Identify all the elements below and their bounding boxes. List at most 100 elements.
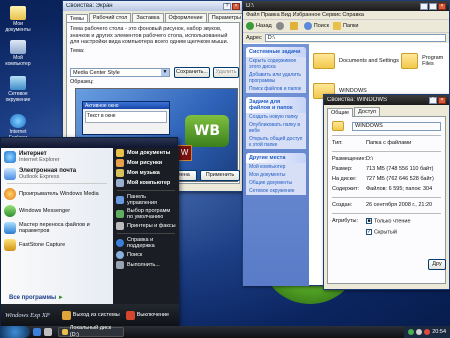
rm-control-panel[interactable]: Панель управления xyxy=(113,193,179,207)
desk-icon-label: Мои документы xyxy=(5,21,31,33)
address-label: Адрес xyxy=(246,35,262,41)
network-icon[interactable]: Сетевое окружение xyxy=(0,76,36,103)
forward-arrow-icon xyxy=(275,22,284,30)
tp-link[interactable]: Опубликовать папку в вебе xyxy=(246,121,306,135)
logoff-button[interactable]: Выход из системы xyxy=(61,310,120,320)
checkbox-label: Скрытый xyxy=(374,229,397,236)
help-button[interactable]: ? xyxy=(223,2,231,10)
close-button[interactable]: × xyxy=(438,96,446,104)
tab-screensaver[interactable]: Заставка xyxy=(132,13,164,22)
quick-launch-desktop-icon[interactable] xyxy=(44,328,52,336)
props-tabs: Общие Доступ xyxy=(324,105,449,117)
tab-appearance[interactable]: Оформление xyxy=(164,13,207,22)
folders-icon xyxy=(333,22,342,30)
tray-antivirus-icon[interactable] xyxy=(424,329,431,335)
rm-default-programs[interactable]: Выбор программ по умолчанию xyxy=(113,207,179,221)
tp-head[interactable]: Системные задачи xyxy=(246,47,306,57)
tray-volume-icon[interactable] xyxy=(416,329,423,335)
tp-head[interactable]: Задачи для файлов и папок xyxy=(246,97,306,113)
rm-label: Выбор программ по умолчанию xyxy=(127,208,171,220)
item-subtitle: Internet Explorer xyxy=(19,156,60,163)
tp-link[interactable]: Скрыть содержимое этого диска xyxy=(246,57,306,71)
tp-link[interactable]: Открыть общий доступ к этой папке xyxy=(246,135,306,149)
system-tasks-group: Системные задачи Скрыть содержимое этого… xyxy=(246,47,306,93)
internet-item[interactable]: Интернет Internet Explorer xyxy=(1,148,113,165)
rm-run[interactable]: Выполнить... xyxy=(113,260,179,270)
tab-sharing[interactable]: Доступ xyxy=(354,107,380,116)
ie-logo-icon xyxy=(10,114,26,128)
menu-bar[interactable]: Файл Правка Вид Избранное Сервис Справка xyxy=(243,11,449,20)
rm-my-documents[interactable]: Мои документы xyxy=(113,148,179,158)
system-tray: 20:54 xyxy=(404,326,450,338)
rm-printers[interactable]: Принтеры и факсы xyxy=(113,221,179,231)
tp-link[interactable]: Мой компьютер xyxy=(246,163,306,171)
folder-icon xyxy=(332,121,344,131)
tp-link[interactable]: Добавить или удалить программы xyxy=(246,71,306,85)
delete-theme-button[interactable]: Удалить xyxy=(213,67,239,78)
help-button[interactable]: ? xyxy=(429,96,437,104)
chevron-down-icon[interactable]: ▼ xyxy=(161,69,169,76)
tp-link[interactable]: Сетевое окружение xyxy=(246,187,306,195)
messenger-item[interactable]: Windows Messenger xyxy=(1,202,113,219)
close-button[interactable]: × xyxy=(232,2,240,10)
rm-help[interactable]: Справка и поддержка xyxy=(113,236,179,250)
advanced-button[interactable]: Дру xyxy=(428,259,446,270)
apply-button[interactable]: Применить xyxy=(200,170,240,181)
my-documents-icon[interactable]: Мои документы xyxy=(0,6,36,33)
task-label: Локальный диск (D:) xyxy=(69,325,112,338)
up-button[interactable] xyxy=(289,22,300,30)
drive-icon xyxy=(62,329,68,335)
forward-button[interactable] xyxy=(275,22,286,30)
shutdown-button[interactable]: Выключение xyxy=(125,310,169,320)
tp-link[interactable]: Мои документы xyxy=(246,171,306,179)
maximize-button[interactable]: □ xyxy=(429,2,437,10)
clock[interactable]: 20:54 xyxy=(432,329,446,335)
props-titlebar[interactable]: Свойства: WINDOWS ? × xyxy=(324,95,449,105)
minimize-button[interactable]: _ xyxy=(420,2,428,10)
all-programs-button[interactable]: Все программы ► xyxy=(9,295,64,301)
rm-my-computer[interactable]: Мой компьютер xyxy=(113,178,179,188)
display-titlebar[interactable]: Свойства: Экран ? × xyxy=(63,1,243,11)
search-button[interactable]: Поиск xyxy=(303,22,329,30)
divider xyxy=(117,190,175,191)
prop-key: Тип: xyxy=(332,140,343,146)
start-button[interactable] xyxy=(0,326,30,338)
explorer-titlebar[interactable]: D:\ _ □ × xyxy=(243,1,449,11)
divider xyxy=(332,151,441,152)
tab-general[interactable]: Общие xyxy=(327,108,354,117)
readonly-checkbox[interactable]: ■ Только чтение xyxy=(366,218,411,225)
faststone-item[interactable]: FastStone Capture xyxy=(1,236,113,253)
tp-link[interactable]: Общие документы xyxy=(246,179,306,187)
transfer-wizard-item[interactable]: Мастер переноса файлов и параметров xyxy=(1,219,113,236)
rm-my-music[interactable]: Моя музыка xyxy=(113,168,179,178)
divider xyxy=(332,197,441,198)
start-menu-header xyxy=(1,138,177,148)
tab-settings[interactable]: Параметры xyxy=(207,13,246,22)
folder-name-input[interactable]: WINDOWS xyxy=(352,121,441,131)
hidden-checkbox[interactable]: ✓ Скрытый xyxy=(366,229,397,236)
theme-select[interactable]: Media Center Style ▼ xyxy=(70,68,170,77)
tab-desktop[interactable]: Рабочий стол xyxy=(88,13,132,22)
media-player-item[interactable]: Проигрыватель Windows Media xyxy=(1,185,113,202)
tray-network-icon[interactable] xyxy=(408,329,415,335)
file-name: Documents and Settings xyxy=(339,58,399,64)
default-programs-icon xyxy=(116,210,124,218)
close-button[interactable]: × xyxy=(438,2,446,10)
rm-search[interactable]: Поиск xyxy=(113,250,179,260)
back-button[interactable]: Назад xyxy=(246,22,272,30)
folders-button[interactable]: Папки xyxy=(333,22,358,30)
save-theme-button[interactable]: Сохранить... xyxy=(174,67,210,78)
taskbar-item-drive-d[interactable]: Локальный диск (D:) xyxy=(58,325,124,338)
email-item[interactable]: Электронная почта Outlook Express xyxy=(1,165,113,182)
theme-select-value: Media Center Style xyxy=(73,70,120,76)
my-computer-icon[interactable]: Мой компьютер xyxy=(0,40,36,67)
quick-launch-ie-icon[interactable] xyxy=(33,328,41,336)
checkbox-box: ■ xyxy=(366,218,372,224)
tp-head[interactable]: Другие места xyxy=(246,153,306,163)
address-input[interactable]: D:\ xyxy=(264,34,446,42)
tp-link[interactable]: Поиск файлов и папок xyxy=(246,85,306,93)
rm-my-pictures[interactable]: Мои рисунки xyxy=(113,158,179,168)
desk-icon-label: Сетевое окружение xyxy=(5,91,31,103)
tp-link[interactable]: Создать новую папку xyxy=(246,113,306,121)
list-item[interactable]: Program Files xyxy=(401,46,448,76)
